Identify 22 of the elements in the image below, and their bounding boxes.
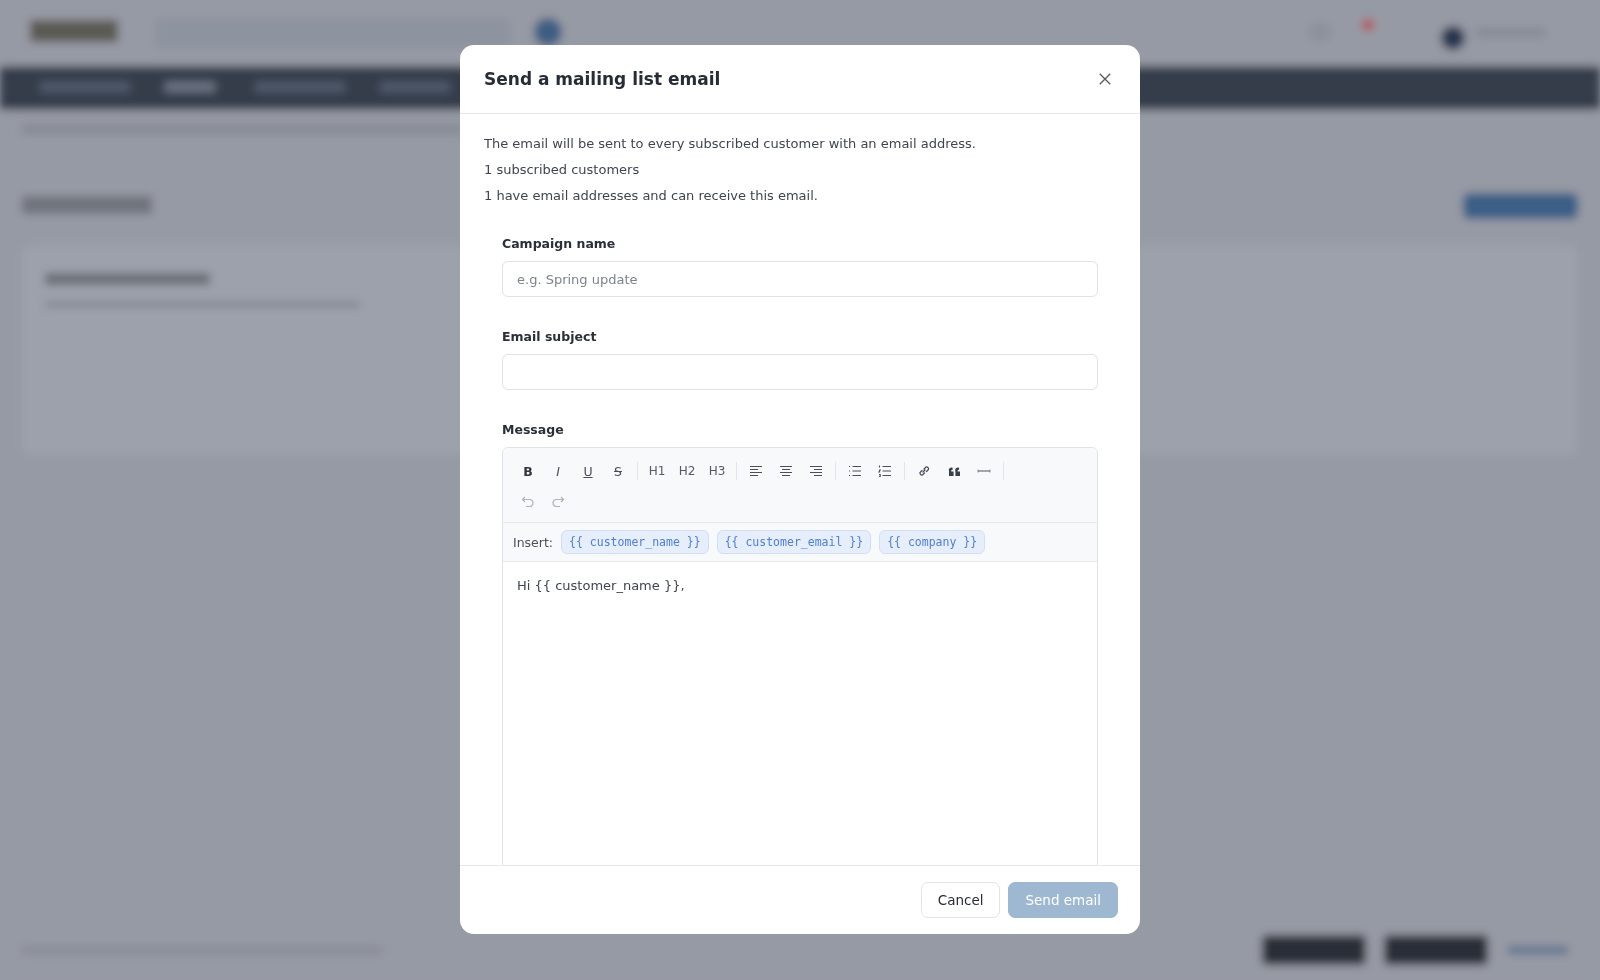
heading-button[interactable]: H1 <box>642 457 672 485</box>
insert-label: Insert: <box>513 534 554 550</box>
format-button[interactable]: I <box>543 457 573 485</box>
info-text: 1 subscribed customers <box>484 162 641 178</box>
format-button[interactable]: S <box>603 457 633 485</box>
variable-chip[interactable]: {{ company }} <box>879 530 986 554</box>
input-field[interactable]: e.g. Spring update <box>502 261 1098 297</box>
input-field[interactable] <box>502 354 1098 390</box>
info-text: The email will be sent to every subscribed customer with an email address. <box>484 136 977 152</box>
heading-button[interactable]: H3 <box>702 457 732 485</box>
heading-button[interactable]: H2 <box>672 457 702 485</box>
field-label: Campaign name <box>502 236 617 251</box>
variable-chip[interactable]: {{ customer_name }} <box>561 530 709 554</box>
field-label: Message <box>502 422 565 437</box>
field-label: Email subject <box>502 329 598 344</box>
message-text[interactable]: Hi {{ customer_name }}, <box>517 578 1083 593</box>
variable-chip[interactable]: {{ customer_email }} <box>716 530 872 554</box>
format-button[interactable]: B <box>513 457 543 485</box>
format-button[interactable]: U <box>573 457 603 485</box>
cancel-button[interactable]: Cancel <box>920 882 1001 918</box>
info-text: 1 have email addresses and can receive this email. <box>484 188 819 204</box>
dialog-title: Send a mailing list email <box>484 69 721 89</box>
